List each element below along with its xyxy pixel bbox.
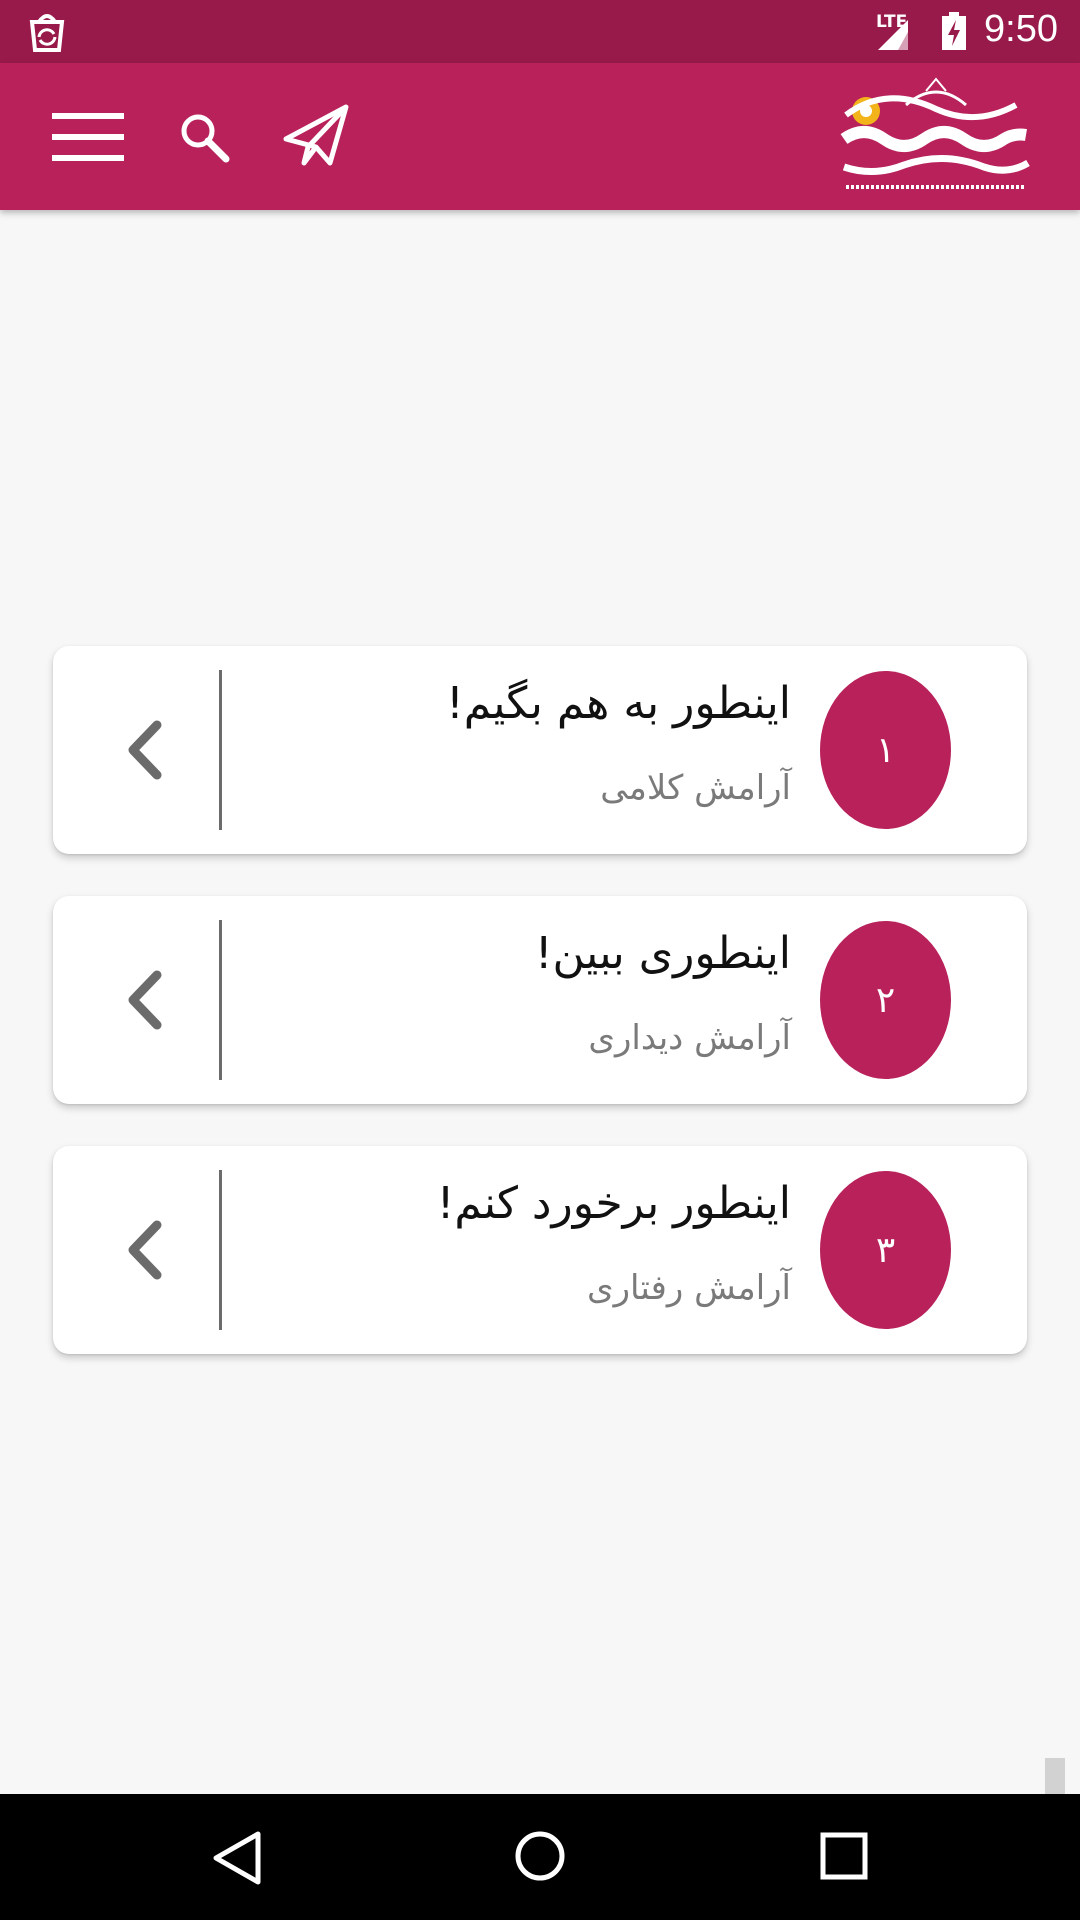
list-item[interactable]: ۳ اینطور برخورد کنم! آرامش رفتاری xyxy=(53,1146,1027,1354)
search-icon[interactable] xyxy=(178,111,230,163)
item-title: اینطوری ببین! xyxy=(534,928,791,979)
divider xyxy=(219,920,222,1080)
send-icon[interactable] xyxy=(282,103,350,169)
menu-icon[interactable] xyxy=(50,107,126,167)
chevron-left-icon[interactable] xyxy=(125,719,165,781)
clock: 9:50 xyxy=(984,8,1058,50)
app-notification-icon xyxy=(29,14,65,52)
item-title: اینطور به هم بگیم! xyxy=(446,678,791,729)
item-number-badge: ۳ xyxy=(820,1171,951,1329)
app-logo xyxy=(840,77,1030,189)
recents-icon[interactable] xyxy=(820,1832,868,1880)
list-item[interactable]: ۲ اینطوری ببین! آرامش دیداری xyxy=(53,896,1027,1104)
divider xyxy=(219,1170,222,1330)
signal-icon xyxy=(878,20,908,50)
chapter-list: ۱ اینطور به هم بگیم! آرامش کلامی ۲ اینطو… xyxy=(53,646,1027,1396)
item-subtitle: آرامش رفتاری xyxy=(587,1268,791,1308)
list-item[interactable]: ۱ اینطور به هم بگیم! آرامش کلامی xyxy=(53,646,1027,854)
status-bar: LTE 9:50 xyxy=(0,0,1080,63)
item-subtitle: آرامش دیداری xyxy=(588,1018,791,1058)
battery-charging-icon xyxy=(942,12,966,50)
item-title: اینطور برخورد کنم! xyxy=(436,1178,791,1229)
back-icon[interactable] xyxy=(210,1830,264,1886)
navigation-bar xyxy=(0,1794,1080,1920)
item-number-badge: ۲ xyxy=(820,921,951,1079)
app-bar xyxy=(0,63,1080,210)
divider xyxy=(219,670,222,830)
home-icon[interactable] xyxy=(514,1830,566,1882)
item-number-badge: ۱ xyxy=(820,671,951,829)
item-subtitle: آرامش کلامی xyxy=(600,768,791,808)
chevron-left-icon[interactable] xyxy=(125,1219,165,1281)
chevron-left-icon[interactable] xyxy=(125,969,165,1031)
